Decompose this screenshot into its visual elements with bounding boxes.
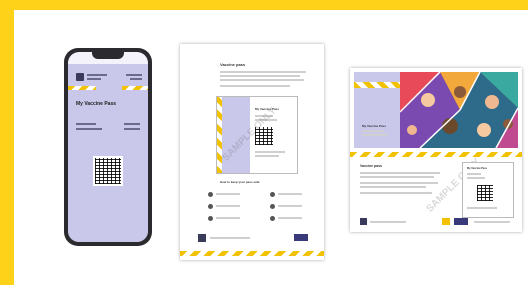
letter-text-line xyxy=(220,71,306,73)
sheet-text-line xyxy=(360,172,440,174)
sheet-pass-mini-line xyxy=(467,177,485,179)
sheet-footer-badge xyxy=(442,218,450,225)
illustration-artwork xyxy=(400,72,518,148)
issuer-text-line-2 xyxy=(87,78,101,80)
sheet-footer-line xyxy=(474,221,510,223)
holder-name-line-2 xyxy=(76,128,102,130)
sheet-card-stripe xyxy=(354,82,400,88)
sheet-text-line xyxy=(360,176,434,178)
issuer-logo xyxy=(76,73,84,81)
date-text-line xyxy=(126,74,142,76)
art-face xyxy=(485,95,499,109)
sheet-front-card: My Vaccine Pass xyxy=(354,72,518,148)
letter-text-line xyxy=(220,79,304,81)
sheet-text-line xyxy=(360,192,432,194)
holder-name-line xyxy=(76,123,96,125)
card-title: My Vaccine Pass xyxy=(76,101,117,107)
sheet-divider-stripe xyxy=(350,152,522,157)
letter-info-line xyxy=(278,193,302,195)
date-text-line-2 xyxy=(130,78,142,80)
sheet-card-title: My Vaccine Pass xyxy=(362,124,387,128)
letter-card-line xyxy=(255,155,279,157)
sheet-text-line xyxy=(360,182,438,184)
letter-footer-logo xyxy=(198,234,206,242)
phone-mockup: My Vaccine Pass xyxy=(64,48,152,246)
art-face xyxy=(454,86,466,98)
sheet-pass-mini-qr xyxy=(477,185,493,201)
letter-info-icon xyxy=(270,192,275,197)
dob-line xyxy=(124,123,140,125)
sheet-card-line xyxy=(362,130,384,132)
letter-text-line xyxy=(220,75,300,77)
phone-notch xyxy=(92,52,124,59)
letter-info-line xyxy=(216,205,240,207)
illustration-svg xyxy=(400,72,518,148)
phone-screen: My Vaccine Pass xyxy=(68,52,148,242)
sheet-footer-line xyxy=(370,221,406,223)
sheet-heading: Vaccine pass xyxy=(360,164,382,168)
art-face xyxy=(407,125,417,135)
letter-section-title: How to keep your pass safe xyxy=(220,180,260,184)
issuer-text-line xyxy=(87,74,107,76)
letter-info-icon xyxy=(208,204,213,209)
letter-info-icon xyxy=(208,216,213,221)
sheet-pass-mini-line xyxy=(467,207,497,209)
art-face xyxy=(421,93,435,107)
sheet-pass-mini-title: My Vaccine Pass xyxy=(467,167,488,170)
dob-line-2 xyxy=(124,128,140,130)
letter-info-line xyxy=(216,193,240,195)
letter-footer-line xyxy=(210,237,250,239)
sheet-card-line xyxy=(362,134,388,136)
art-face xyxy=(477,123,491,137)
qr-code xyxy=(95,158,121,184)
letter-text-line xyxy=(220,85,290,87)
card-stripe-right xyxy=(122,86,148,90)
sheet-footer-badge xyxy=(454,218,468,225)
letter-footer-badge xyxy=(294,234,308,241)
letter-info-icon xyxy=(270,216,275,221)
vaccine-pass-card: My Vaccine Pass xyxy=(68,64,148,242)
sheet-pass-mini-line xyxy=(467,173,481,175)
letter-info-line xyxy=(278,217,302,219)
letter-info-line xyxy=(216,217,240,219)
image-panel: My Vaccine Pass Vaccine pass My Vaccine … xyxy=(14,10,528,285)
sheet-footer-logo xyxy=(360,218,367,225)
letter-info-line xyxy=(278,205,302,207)
letter-info-icon xyxy=(270,204,275,209)
sheet-pass-mini: My Vaccine Pass xyxy=(462,162,514,218)
letter-heading: Vaccine pass xyxy=(220,62,246,67)
letter-bottom-stripe xyxy=(180,251,324,256)
sheet-text-line xyxy=(360,186,426,188)
letter-info-icon xyxy=(208,192,213,197)
letter-card-line xyxy=(255,151,285,153)
vaccine-pass-letter: Vaccine pass My Vaccine Pass SAMPLE ONLY… xyxy=(180,44,324,260)
card-stripe-left xyxy=(68,86,96,90)
vaccine-pass-card-sheet: My Vaccine Pass Vaccine pass SAMPLE ONLY… xyxy=(350,68,522,232)
